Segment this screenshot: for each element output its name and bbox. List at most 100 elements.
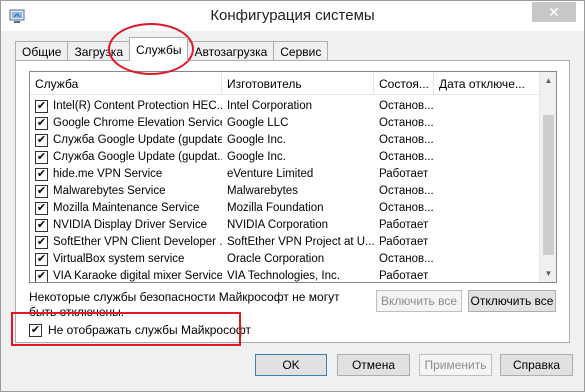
service-manufacturer: Google Inc. <box>227 134 286 146</box>
service-row[interactable]: ✔ hide.me VPN Service eVenture Limited Рабо… <box>30 166 540 183</box>
service-manufacturer: SoftEther VPN Project at U... <box>227 236 374 248</box>
apply-button[interactable]: Применить <box>419 354 492 376</box>
scroll-down-arrow[interactable]: ▼ <box>540 265 556 282</box>
service-name: Служба Google Update (gupdate) <box>53 134 222 146</box>
service-name: VirtualBox system service <box>53 253 185 265</box>
list-header: Служба Изготовитель Состоя... Дата отклю… <box>30 72 540 95</box>
service-name-cell: ✔ Служба Google Update (gupdate) <box>30 132 222 149</box>
service-name: VIA Karaoke digital mixer Service <box>53 270 222 282</box>
service-status: Работает <box>379 236 429 248</box>
tab-services[interactable]: Службы <box>129 37 189 61</box>
service-status: Останов... <box>379 117 434 129</box>
column-header-date-disabled[interactable]: Дата отключе... <box>434 72 540 95</box>
vertical-scrollbar[interactable]: ▲ ▼ <box>539 72 556 282</box>
service-name-cell: ✔ Служба Google Update (gupdat... <box>30 149 222 166</box>
service-status: Останов... <box>379 253 434 265</box>
title-bar: Конфигурация системы ✕ <box>1 1 584 31</box>
service-date-disabled <box>434 217 540 234</box>
service-status: Останов... <box>379 185 434 197</box>
service-checkbox[interactable]: ✔ <box>35 185 48 198</box>
window-title: Конфигурация системы <box>210 7 375 24</box>
tab-general[interactable]: Общие <box>15 41 69 61</box>
service-status: Останов... <box>379 151 434 163</box>
service-checkbox[interactable]: ✔ <box>35 151 48 164</box>
service-rows: ✔ Intel(R) Content Protection HEC... Intel… <box>30 98 540 282</box>
service-name-cell: ✔ VIA Karaoke digital mixer Service <box>30 268 222 282</box>
service-name-cell: ✔ VirtualBox system service <box>30 251 222 268</box>
service-checkbox[interactable]: ✔ <box>35 168 48 181</box>
annotation-rect-hide-ms <box>11 312 241 346</box>
service-status: Работает <box>379 168 429 180</box>
service-row[interactable]: ✔ Malwarebytes Service Malwarebytes Останов… <box>30 183 540 200</box>
service-checkbox[interactable]: ✔ <box>35 117 48 130</box>
service-manufacturer: VIA Technologies, Inc. <box>227 270 340 282</box>
disable-all-button[interactable]: Отключить все <box>468 290 556 312</box>
service-name: SoftEther VPN Client Developer ... <box>53 236 222 248</box>
service-row[interactable]: ✔ VirtualBox system service Oracle Corpora… <box>30 251 540 268</box>
service-date-disabled <box>434 166 540 183</box>
service-status: Останов... <box>379 100 434 112</box>
services-list[interactable]: Служба Изготовитель Состоя... Дата отклю… <box>29 71 557 283</box>
service-row[interactable]: ✔ SoftEther VPN Client Developer ... SoftE… <box>30 234 540 251</box>
service-manufacturer: eVenture Limited <box>227 168 314 180</box>
ok-button[interactable]: OK <box>255 354 327 376</box>
enable-all-button[interactable]: Включить все <box>376 290 462 312</box>
service-manufacturer: Mozilla Foundation <box>227 202 324 214</box>
service-name-cell: ✔ Intel(R) Content Protection HEC... <box>30 98 222 115</box>
service-date-disabled <box>434 183 540 200</box>
service-name-cell: ✔ Malwarebytes Service <box>30 183 222 200</box>
service-status: Останов... <box>379 202 434 214</box>
service-checkbox[interactable]: ✔ <box>35 134 48 147</box>
close-icon: ✕ <box>548 3 560 20</box>
service-row[interactable]: ✔ Google Chrome Elevation Service Google L… <box>30 115 540 132</box>
service-name: hide.me VPN Service <box>53 168 163 180</box>
service-row[interactable]: ✔ Служба Google Update (gupdate) Google In… <box>30 132 540 149</box>
service-date-disabled <box>434 200 540 217</box>
service-date-disabled <box>434 268 540 282</box>
service-date-disabled <box>434 149 540 166</box>
column-header-manufacturer[interactable]: Изготовитель <box>222 72 374 95</box>
service-manufacturer: NVIDIA Corporation <box>227 219 328 231</box>
service-name: Google Chrome Elevation Service <box>53 117 222 129</box>
service-status: Работает <box>379 219 429 231</box>
service-status: Работает <box>379 270 429 282</box>
scrollbar-thumb[interactable] <box>543 115 554 255</box>
service-manufacturer: Oracle Corporation <box>227 253 325 265</box>
tab-startup[interactable]: Автозагрузка <box>187 41 275 61</box>
service-checkbox[interactable]: ✔ <box>35 270 48 282</box>
close-button[interactable]: ✕ <box>532 2 576 22</box>
service-row[interactable]: ✔ Mozilla Maintenance Service Mozilla Foun… <box>30 200 540 217</box>
service-manufacturer: Google LLC <box>227 117 289 129</box>
service-row[interactable]: ✔ NVIDIA Display Driver Service NVIDIA Cor… <box>30 217 540 234</box>
service-row[interactable]: ✔ VIA Karaoke digital mixer Service VIA Te… <box>30 268 540 282</box>
services-tab-panel: Служба Изготовитель Состоя... Дата отклю… <box>15 60 570 343</box>
column-header-status[interactable]: Состоя... <box>374 72 434 95</box>
service-date-disabled <box>434 251 540 268</box>
service-date-disabled <box>434 132 540 149</box>
service-checkbox[interactable]: ✔ <box>35 236 48 249</box>
service-name: Intel(R) Content Protection HEC... <box>53 100 222 112</box>
service-checkbox[interactable]: ✔ <box>35 202 48 215</box>
tab-strip: Общие Загрузка Службы Автозагрузка Серви… <box>15 37 329 61</box>
help-button[interactable]: Справка <box>500 354 573 376</box>
service-row[interactable]: ✔ Служба Google Update (gupdat... Google I… <box>30 149 540 166</box>
service-date-disabled <box>434 98 540 115</box>
service-name: Mozilla Maintenance Service <box>53 202 200 214</box>
cancel-button[interactable]: Отмена <box>337 354 410 376</box>
service-checkbox[interactable]: ✔ <box>35 100 48 113</box>
service-checkbox[interactable]: ✔ <box>35 253 48 266</box>
service-name-cell: ✔ hide.me VPN Service <box>30 166 222 183</box>
service-row[interactable]: ✔ Intel(R) Content Protection HEC... Intel… <box>30 98 540 115</box>
service-name-cell: ✔ Google Chrome Elevation Service <box>30 115 222 132</box>
scroll-up-arrow[interactable]: ▲ <box>540 72 556 89</box>
service-manufacturer: Malwarebytes <box>227 185 298 197</box>
service-date-disabled <box>434 115 540 132</box>
service-name: Служба Google Update (gupdat... <box>53 151 222 163</box>
service-date-disabled <box>434 234 540 251</box>
service-name-cell: ✔ Mozilla Maintenance Service <box>30 200 222 217</box>
service-name: NVIDIA Display Driver Service <box>53 219 208 231</box>
tab-tools[interactable]: Сервис <box>273 41 329 61</box>
service-checkbox[interactable]: ✔ <box>35 219 48 232</box>
column-header-service[interactable]: Служба <box>30 72 222 95</box>
service-name-cell: ✔ SoftEther VPN Client Developer ... <box>30 234 222 251</box>
